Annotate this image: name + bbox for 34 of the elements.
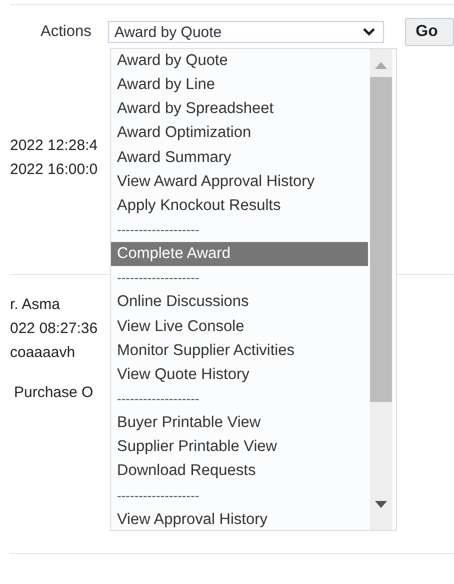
scroll-down-icon[interactable]	[375, 501, 387, 508]
separator-item: -------------------	[116, 390, 200, 408]
actions-label: Actions	[40, 23, 92, 41]
dropdown-option[interactable]: Award Summary	[111, 146, 370, 170]
detail-text: Purchase O	[13, 383, 94, 402]
scrollbar-thumb[interactable]	[370, 77, 392, 402]
date-text: 2022 16:00:0	[10, 160, 98, 179]
date-text: 2022 12:28:4	[10, 136, 98, 155]
dropdown-option[interactable]: Online Discussions	[111, 290, 370, 315]
dropdown-option[interactable]: Award Optimization	[111, 121, 370, 146]
dropdown-option[interactable]: Download Requests	[111, 459, 370, 484]
dropdown-option[interactable]: Apply Knockout Results	[111, 194, 370, 218]
detail-text: 022 08:27:36	[10, 319, 98, 338]
dropdown-option[interactable]: Award by Spreadsheet	[111, 97, 370, 122]
separator-item: -------------------	[116, 486, 200, 505]
scrollbar[interactable]	[370, 49, 392, 530]
separator-item: -------------------	[116, 269, 200, 288]
actions-select[interactable]: Award by Quote	[108, 21, 384, 43]
chevron-down-icon	[362, 28, 375, 36]
dropdown-option[interactable]: View Award Approval History	[111, 170, 370, 194]
scroll-up-icon[interactable]	[375, 62, 387, 69]
separator-item: -------------------	[116, 220, 200, 239]
go-button[interactable]: Go	[404, 18, 454, 46]
dropdown-option[interactable]: Award by Quote	[111, 49, 370, 74]
dropdown-option[interactable]: Buyer Printable View	[111, 411, 370, 436]
detail-text: coaaaavh	[10, 343, 76, 362]
dropdown-option[interactable]: View Approval History	[111, 508, 370, 532]
detail-text: r. Asma	[10, 295, 60, 314]
dropdown-option[interactable]: Award by Line	[111, 73, 370, 98]
dropdown-option[interactable]: Complete Award	[111, 242, 368, 266]
dropdown-option[interactable]: Supplier Printable View	[111, 435, 370, 460]
dropdown-option[interactable]: Monitor Supplier Activities	[111, 338, 370, 363]
dropdown-option[interactable]: View Quote History	[111, 362, 370, 387]
dropdown-option[interactable]: View Live Console	[111, 314, 370, 339]
